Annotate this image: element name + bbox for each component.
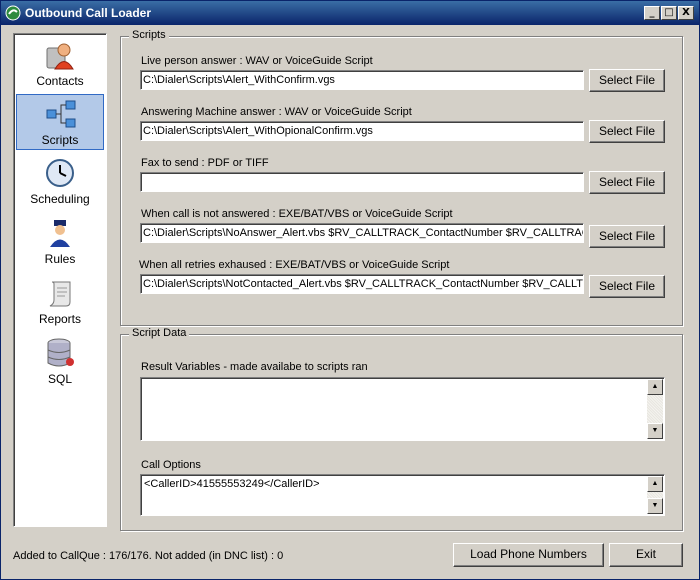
status-text: Added to CallQue : 176/176. Not added (i… — [13, 550, 284, 562]
nav-item-contacts[interactable]: Contacts — [16, 36, 104, 92]
call-options-value: <CallerID>41555553249</CallerID> — [144, 478, 320, 490]
retries-exhausted-label: When all retries exhaused : EXE/BAT/VBS … — [139, 259, 450, 271]
nav-item-rules[interactable]: Rules — [16, 214, 104, 270]
nav-item-scheduling[interactable]: Scheduling — [16, 154, 104, 210]
select-file-button-answering-machine[interactable]: Select File — [589, 120, 665, 143]
retries-exhausted-input[interactable]: C:\Dialer\Scripts\NotContacted_Alert.vbs… — [140, 274, 584, 294]
live-person-input[interactable]: C:\Dialer\Scripts\Alert_WithConfirm.vgs — [140, 70, 584, 90]
contacts-icon — [46, 43, 74, 70]
app-window: Outbound Call Loader _ □ X Contacts Scri… — [0, 0, 700, 580]
script-data-group-title: Script Data — [129, 327, 190, 339]
fax-input[interactable] — [140, 172, 584, 192]
fax-label: Fax to send : PDF or TIFF — [141, 157, 269, 169]
live-person-label: Live person answer : WAV or VoiceGuide S… — [141, 55, 373, 67]
select-file-button-live-person[interactable]: Select File — [589, 69, 665, 92]
scripts-group: Scripts Live person answer : WAV or Voic… — [120, 29, 683, 326]
answering-machine-input[interactable]: C:\Dialer\Scripts\Alert_WithOpionalConfi… — [140, 121, 584, 141]
scroll-down-arrow-icon[interactable]: ▼ — [647, 423, 663, 439]
minimize-button[interactable]: _ — [644, 6, 660, 20]
nav-label: Contacts — [36, 74, 84, 88]
close-button[interactable]: X — [678, 6, 694, 20]
scroll-up-arrow-icon[interactable]: ▲ — [647, 476, 663, 492]
call-options-textarea[interactable]: <CallerID>41555553249</CallerID> ▲ ▼ — [140, 474, 665, 516]
clock-icon — [46, 159, 74, 187]
answering-machine-label: Answering Machine answer : WAV or VoiceG… — [141, 106, 412, 118]
nav-label: SQL — [47, 372, 72, 386]
nav-label: Reports — [38, 312, 82, 326]
scripts-group-title: Scripts — [129, 29, 169, 41]
script-data-group: Script Data Result Variables - made avai… — [120, 327, 683, 531]
app-logo-icon — [5, 5, 21, 21]
call-options-scrollbar[interactable]: ▲ ▼ — [647, 476, 663, 514]
maximize-button[interactable]: □ — [661, 6, 677, 20]
scroll-up-arrow-icon[interactable]: ▲ — [647, 379, 663, 395]
select-file-button-fax[interactable]: Select File — [589, 171, 665, 194]
load-phone-numbers-button[interactable]: Load Phone Numbers — [453, 543, 604, 567]
result-variables-label: Result Variables - made availabe to scri… — [141, 361, 368, 373]
client-area: Contacts Scripts Scheduling Rules Report… — [1, 25, 699, 579]
nav-label: Scheduling — [30, 192, 90, 206]
window-title: Outbound Call Loader — [25, 6, 151, 20]
nav-label: Scripts — [41, 133, 79, 147]
result-variables-scrollbar[interactable]: ▲ ▼ — [647, 379, 663, 439]
nav-label: Rules — [44, 252, 76, 266]
nav-panel: Contacts Scripts Scheduling Rules Report… — [13, 33, 107, 527]
nav-item-scripts[interactable]: Scripts — [16, 94, 104, 150]
scripts-icon — [46, 100, 76, 128]
result-variables-textarea[interactable]: ▲ ▼ — [140, 377, 665, 441]
select-file-button-not-answered[interactable]: Select File — [589, 225, 665, 248]
title-bar[interactable]: Outbound Call Loader _ □ X — [1, 1, 699, 25]
exit-button[interactable]: Exit — [609, 543, 683, 567]
database-icon — [47, 338, 74, 367]
select-file-button-retries-exhausted[interactable]: Select File — [589, 275, 665, 298]
police-officer-icon — [50, 220, 70, 247]
scroll-icon — [49, 281, 71, 307]
scroll-down-arrow-icon[interactable]: ▼ — [647, 498, 663, 514]
nav-item-reports[interactable]: Reports — [16, 274, 104, 330]
not-answered-label: When call is not answered : EXE/BAT/VBS … — [141, 208, 453, 220]
nav-item-sql[interactable]: SQL — [16, 334, 104, 390]
call-options-label: Call Options — [141, 459, 201, 471]
not-answered-input[interactable]: C:\Dialer\Scripts\NoAnswer_Alert.vbs $RV… — [140, 223, 584, 243]
